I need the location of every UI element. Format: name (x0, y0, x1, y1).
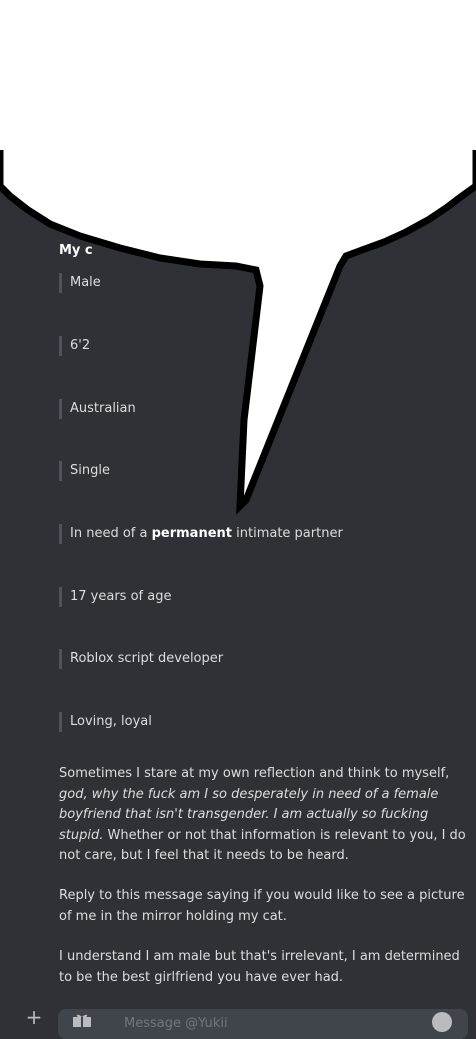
message-paragraph: Reply to this message saying if you woul… (59, 888, 465, 924)
trait-quote: 17 years of age (59, 587, 171, 607)
gift-icon[interactable] (72, 1013, 92, 1027)
paragraph-outro: Whether or not that information is relev… (59, 827, 466, 864)
message-paragraph: Sometimes I stare at my own reflection a… (59, 764, 469, 867)
add-attachment-icon[interactable]: + (24, 1007, 44, 1027)
message-input-box[interactable] (58, 1009, 468, 1039)
partner-text-before: In need of a (70, 526, 152, 541)
speech-bubble-overlay (0, 0, 476, 515)
trait-quote: Loving, loyal (59, 712, 152, 732)
trait-quote: Roblox script developer (59, 649, 223, 669)
trait-quote-partner: In need of a permanent intimate partner (59, 524, 343, 544)
partner-text-after: intimate partner (232, 526, 343, 541)
speech-bubble-fill (0, 0, 476, 150)
message-composer: + Message @Yukii (0, 1003, 476, 1039)
partner-text-bold: permanent (151, 526, 232, 541)
emoji-icon[interactable] (432, 1012, 452, 1032)
paragraph-intro: Sometimes I stare at my own reflection a… (59, 766, 450, 781)
message-paragraph: I understand I am male but that's irrele… (59, 949, 460, 985)
